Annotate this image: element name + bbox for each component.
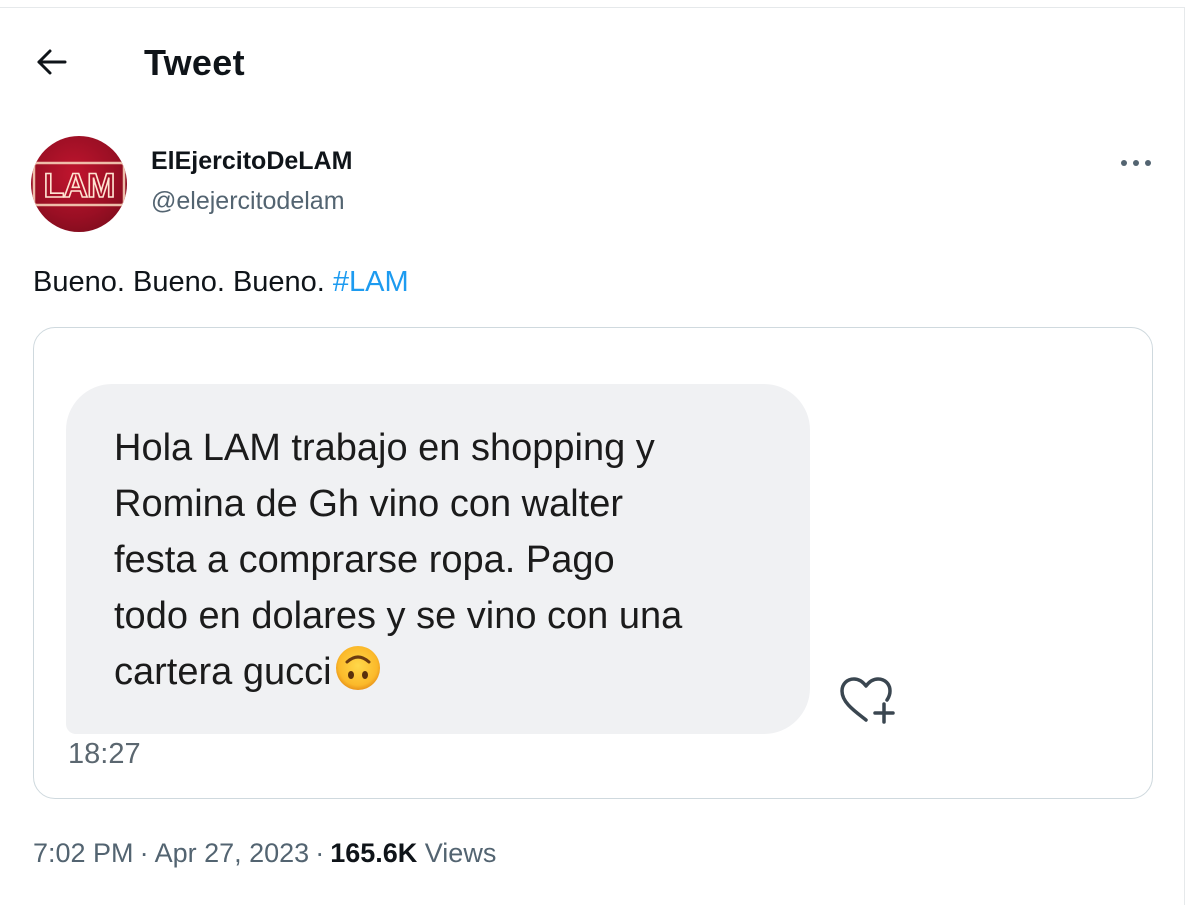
tweet-body: Bueno. Bueno. Bueno. bbox=[33, 266, 333, 298]
tweet-meta: 7:02 PM · Apr 27, 2023 · 165.6K Views bbox=[33, 838, 496, 869]
back-button[interactable] bbox=[26, 38, 78, 86]
author-display-name[interactable]: ElEjercitoDeLAM bbox=[151, 147, 352, 176]
message-line: festa a comprarse ropa. Pago bbox=[114, 539, 615, 581]
tweet-text: Bueno. Bueno. Bueno. #LAM bbox=[33, 266, 409, 299]
message-line: Hola LAM trabajo en shopping y bbox=[114, 427, 655, 469]
more-options-button[interactable] bbox=[1112, 146, 1160, 180]
message-text: Hola LAM trabajo en shopping y Romina de… bbox=[114, 420, 794, 700]
avatar[interactable]: LAM bbox=[31, 136, 127, 232]
more-horizontal-icon bbox=[1121, 160, 1151, 166]
message-timestamp: 18:27 bbox=[68, 738, 141, 770]
message-line: Romina de Gh vino con walter bbox=[114, 483, 624, 525]
tweet-time[interactable]: 7:02 PM bbox=[33, 838, 134, 868]
upside-down-face-emoji bbox=[335, 646, 380, 690]
meta-separator: · bbox=[315, 838, 325, 868]
header-bar: Tweet bbox=[0, 8, 1184, 108]
svg-text:LAM: LAM bbox=[44, 167, 115, 205]
page-title: Tweet bbox=[144, 42, 245, 83]
author-username[interactable]: @elejercitodelam bbox=[151, 187, 345, 216]
message-line: cartera gucci bbox=[114, 651, 332, 693]
message-line-last: cartera gucci bbox=[114, 644, 794, 700]
avatar-logo: LAM bbox=[32, 161, 126, 207]
hashtag-link[interactable]: #LAM bbox=[333, 266, 409, 298]
react-heart-plus-button[interactable] bbox=[836, 672, 900, 728]
heart-plus-icon bbox=[840, 677, 895, 724]
message-line: todo en dolares y se vino con una bbox=[114, 595, 683, 637]
views-count[interactable]: 165.6K bbox=[330, 838, 417, 868]
meta-separator: · bbox=[139, 838, 149, 868]
back-arrow-icon bbox=[37, 49, 67, 75]
tweet-date[interactable]: Apr 27, 2023 bbox=[155, 838, 310, 868]
frame-right-border bbox=[1184, 7, 1185, 905]
media-card[interactable]: Hola LAM trabajo en shopping y Romina de… bbox=[33, 327, 1153, 799]
message-bubble: Hola LAM trabajo en shopping y Romina de… bbox=[66, 384, 810, 734]
views-label: Views bbox=[424, 838, 497, 868]
